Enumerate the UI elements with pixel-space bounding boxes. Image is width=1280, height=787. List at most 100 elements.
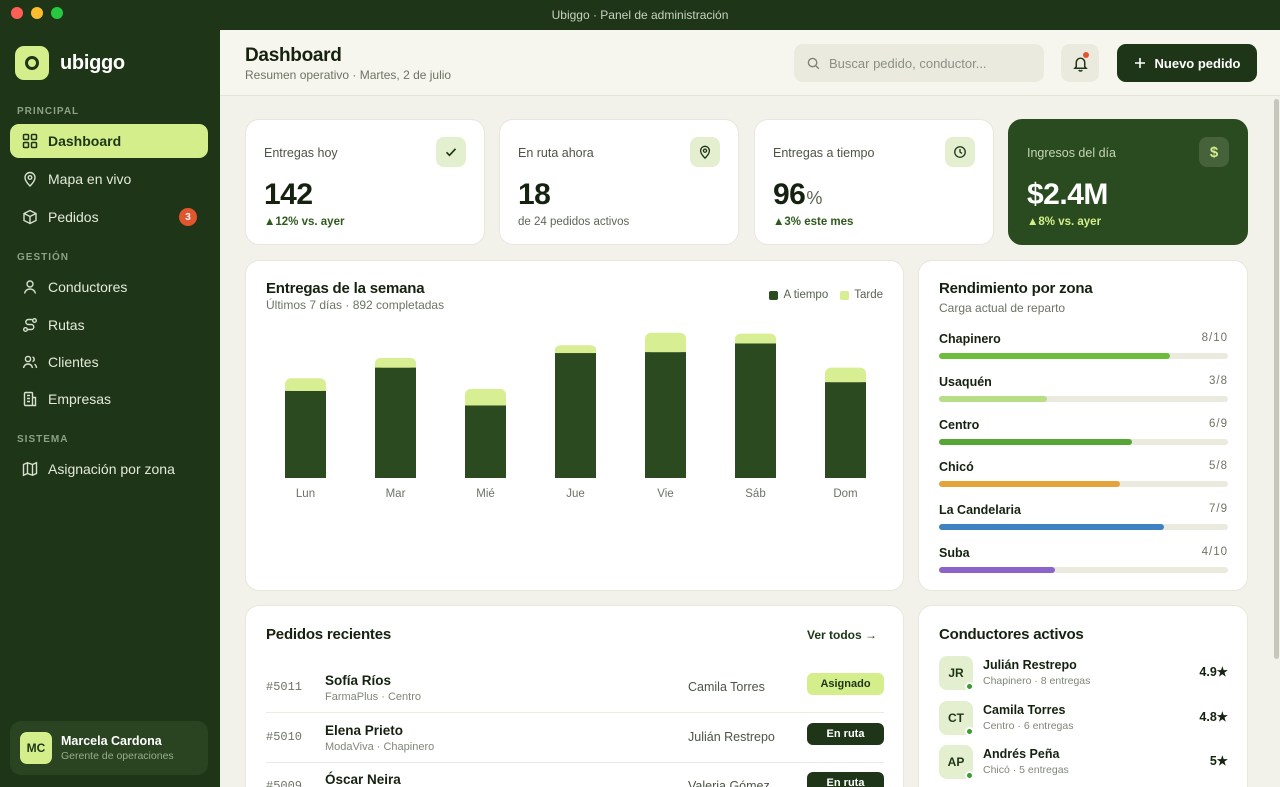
- kpi-label: En ruta ahora: [518, 146, 594, 160]
- sidebar-item-conductores[interactable]: Conductores: [10, 270, 208, 304]
- x-tick-label: Vie: [657, 488, 673, 500]
- clock-icon: [945, 137, 975, 167]
- notifications-button[interactable]: [1061, 44, 1099, 82]
- sidebar-item-label: Rutas: [48, 317, 85, 333]
- online-status-dot: [965, 771, 974, 780]
- driver-rating: 4.9★: [1199, 665, 1228, 679]
- bar-on-time-0: [285, 390, 326, 478]
- zone-load: 7/9: [1209, 503, 1228, 515]
- active-drivers-card: Conductores activos JR Julián Restrepo Cha…: [918, 605, 1248, 787]
- kpi-card-entregas-hoy: Entregas hoy 142 ▲12% vs. ayer: [245, 119, 485, 245]
- zone-progress-fill: [939, 567, 1055, 573]
- driver-rating: 5★: [1209, 754, 1228, 768]
- section-label-gestion: GESTIÓN: [17, 252, 70, 263]
- sidebar-item-rutas[interactable]: Rutas: [10, 308, 208, 342]
- kpi-label: Ingresos del día: [1027, 146, 1116, 160]
- sidebar-item-dashboard[interactable]: Dashboard: [10, 124, 208, 158]
- user-profile[interactable]: MC Marcela Cardona Gerente de operacione…: [10, 721, 208, 775]
- section-label-principal: PRINCIPAL: [17, 106, 80, 117]
- zone-load: 8/10: [1201, 332, 1228, 344]
- x-tick-label: Mié: [476, 488, 495, 500]
- kpi-number: 96: [773, 178, 806, 211]
- sidebar-item-clientes[interactable]: Clientes: [10, 345, 208, 379]
- window-controls: [11, 7, 63, 19]
- order-driver: Valeria Gómez: [688, 779, 770, 787]
- search-box[interactable]: [794, 44, 1044, 82]
- sidebar-item-label: Conductores: [48, 279, 128, 295]
- zone-load: 5/8: [1209, 460, 1228, 472]
- bar-on-time-6: [825, 382, 866, 478]
- order-detail: ModaViva · Chapinero: [325, 740, 435, 753]
- main-scrollbar[interactable]: [1272, 96, 1280, 787]
- driver-item[interactable]: AP Andrés Peña Chicó · 5 entregas 5★: [939, 745, 1228, 785]
- map-pin-icon: [24, 171, 36, 187]
- driver-rating: 4.8★: [1199, 709, 1228, 724]
- avatar: MC: [20, 732, 52, 764]
- kpi-trend: ▲8% vs. ayer: [1027, 216, 1102, 228]
- table-row[interactable]: #5010 Elena Prieto ModaViva · Chapinero Jul…: [266, 714, 884, 763]
- minimize-window-button[interactable]: [31, 7, 43, 19]
- zone-progress-track: [939, 524, 1228, 530]
- weekly-deliveries-card: Entregas de la semana Últimos 7 días · 8…: [245, 260, 904, 591]
- bar-late-5: [735, 333, 776, 344]
- sidebar-item-label: Mapa en vivo: [48, 171, 132, 187]
- bar-on-time-3: [555, 353, 596, 478]
- dollar-icon: $: [1199, 137, 1229, 167]
- x-tick-label: Sáb: [745, 488, 765, 500]
- kpi-unit: %: [806, 188, 822, 208]
- x-tick-label: Dom: [833, 488, 857, 500]
- brand-name: ubiggo: [60, 51, 125, 74]
- sidebar-item-label: Asignación por zona: [48, 461, 175, 477]
- order-customer: Óscar Neira: [325, 772, 401, 787]
- recent-orders-card: Pedidos recientes Ver todos → #5011 Sofía…: [245, 605, 904, 787]
- kpi-value: 142: [264, 178, 314, 212]
- user-icon: [23, 280, 37, 294]
- status-badge: En ruta: [807, 722, 884, 745]
- status-badge: Asignado: [807, 673, 884, 695]
- users-icon: [22, 355, 38, 369]
- kpi-card-a-tiempo: Entregas a tiempo 96% ▲3% este mes: [754, 119, 994, 245]
- zone-name: Chapinero: [939, 332, 1001, 346]
- driver-name: Andrés Peña: [983, 747, 1060, 761]
- bar-late-3: [555, 345, 596, 354]
- zones-subtitle: Carga actual de reparto: [939, 301, 1066, 315]
- bar-on-time-1: [375, 367, 416, 478]
- sidebar-item-empresas[interactable]: Empresas: [10, 382, 208, 416]
- sidebar-item-pedidos[interactable]: Pedidos 3: [10, 200, 208, 234]
- sidebar-item-asignacion-por-zona[interactable]: Asignación por zona: [10, 452, 208, 486]
- page-subtitle: Resumen operativo · Martes, 2 de julio: [245, 68, 452, 82]
- driver-item[interactable]: CT Camila Torres Centro · 6 entregas 4.8★: [939, 700, 1228, 741]
- view-all-link[interactable]: Ver todos →: [807, 628, 877, 642]
- zone-name: Suba: [939, 546, 970, 560]
- kpi-detail: de 24 pedidos activos: [518, 216, 630, 228]
- zone-progress-track: [939, 481, 1228, 487]
- order-detail: FarmaPlus · Centro: [325, 691, 421, 703]
- kpi-card-en-ruta: En ruta ahora 18 de 24 pedidos activos: [499, 119, 739, 245]
- sidebar-item-label: Pedidos: [48, 209, 99, 225]
- zones-title: Rendimiento por zona: [939, 280, 1093, 297]
- zone-progress-track: [939, 353, 1228, 359]
- x-tick-label: Mar: [386, 488, 406, 500]
- zone-name: Centro: [939, 418, 980, 432]
- close-window-button[interactable]: [11, 7, 23, 19]
- driver-item[interactable]: JR Julián Restrepo Chapinero · 8 entregas 4…: [939, 656, 1228, 696]
- page-title: Dashboard: [245, 45, 342, 66]
- zone-row: Chapinero 8/10: [939, 332, 1228, 359]
- brand[interactable]: ubiggo: [15, 46, 125, 80]
- search-input[interactable]: [829, 55, 1029, 71]
- sidebar-item-label: Clientes: [48, 354, 99, 370]
- zoom-window-button[interactable]: [51, 7, 63, 19]
- box-icon: [23, 209, 37, 225]
- zone-name: La Candelaria: [939, 503, 1021, 517]
- status-badge: En ruta: [807, 772, 884, 787]
- new-order-button[interactable]: Nuevo pedido: [1117, 44, 1257, 82]
- sidebar: ubiggo PRINCIPAL Dashboard Mapa en vivo …: [0, 30, 220, 787]
- table-row[interactable]: #5009Óscar NeiraDistribuidora Andina · L…: [266, 763, 884, 787]
- zone-progress-track: [939, 396, 1228, 402]
- sidebar-item-label: Empresas: [48, 391, 112, 407]
- order-driver: Julián Restrepo: [688, 729, 775, 744]
- sidebar-item-mapa-en-vivo[interactable]: Mapa en vivo: [10, 162, 208, 196]
- window-title: Ubiggo · Panel de administración: [551, 8, 729, 22]
- zone-progress-fill: [939, 439, 1132, 445]
- table-row[interactable]: #5011 Sofía Ríos FarmaPlus · Centro Camila …: [266, 664, 884, 713]
